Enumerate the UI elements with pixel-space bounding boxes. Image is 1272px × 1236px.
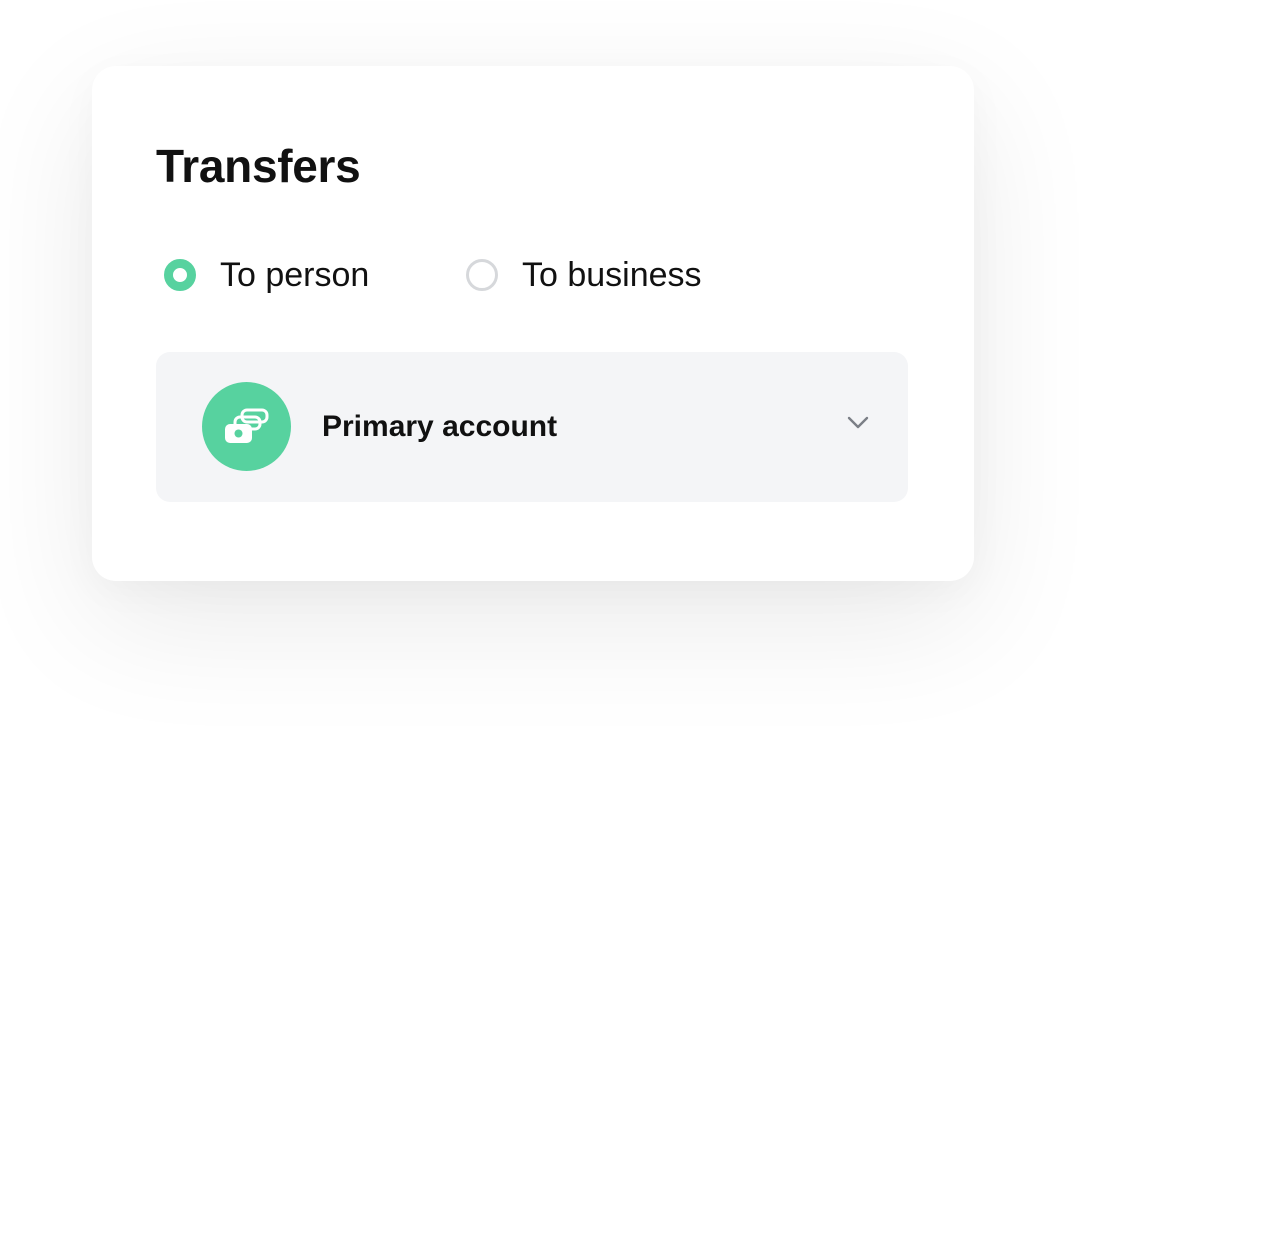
- chevron-down-icon[interactable]: [847, 416, 869, 430]
- radio-option-to-business[interactable]: To business: [466, 253, 702, 297]
- account-label: Primary account: [322, 410, 558, 443]
- radio-unchecked-icon[interactable]: [466, 259, 498, 291]
- account-select-dropdown[interactable]: Primary account: [156, 352, 908, 502]
- transfers-card: Transfers To person To business Primary …: [92, 66, 974, 581]
- card-title: Transfers: [156, 140, 361, 192]
- radio-label-to-business: To business: [522, 256, 702, 294]
- radio-label-to-person: To person: [220, 256, 370, 294]
- radio-option-to-person[interactable]: To person: [164, 253, 369, 297]
- account-avatar: [202, 382, 291, 471]
- radio-checked-icon[interactable]: [164, 259, 196, 291]
- money-stack-icon: [225, 408, 269, 443]
